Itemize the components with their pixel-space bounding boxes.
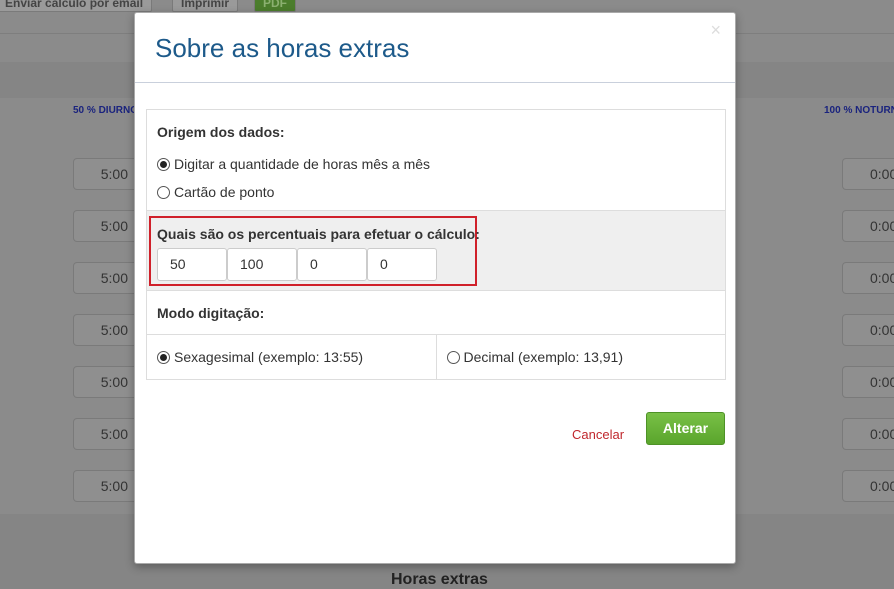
hours-cell: 0:00 (842, 314, 894, 346)
percentuais-title: Quais são os percentuais para efetuar o … (157, 226, 480, 242)
radio-unchecked-icon[interactable] (157, 185, 170, 199)
hours-cell: 0:00 (842, 418, 894, 450)
origem-option-label: Digitar a quantidade de horas mês a mês (174, 156, 431, 172)
modal-title: Sobre as horas extras (155, 33, 410, 63)
percentual-input-4[interactable]: 0 (367, 248, 437, 281)
origem-option-cartao[interactable]: Cartão de ponto (157, 178, 715, 206)
horas-extras-modal: Sobre as horas extras × Origem dos dados… (134, 12, 736, 564)
column-header-100-noturno: 100 % NOTURNO (824, 105, 894, 116)
settings-panel: Origem dos dados: Digitar a quantidade d… (146, 109, 726, 380)
modo-option-sexagesimal[interactable]: Sexagesimal (exemplo: 13:55) (147, 335, 436, 379)
background-toolbar: Enviar cálculo por email Imprimir PDF (0, 0, 894, 12)
hours-cell: 5:00 (73, 210, 139, 242)
radio-checked-icon[interactable] (157, 350, 170, 364)
modo-option-label: Decimal (exemplo: 13,91) (463, 349, 624, 365)
modo-option-label: Sexagesimal (exemplo: 13:55) (174, 349, 364, 365)
hours-cell: 5:00 (73, 470, 139, 502)
hours-cell: 5:00 (73, 366, 139, 398)
radio-unchecked-icon[interactable] (446, 350, 460, 364)
origem-option-label: Cartão de ponto (174, 184, 275, 200)
cancel-link[interactable]: Cancelar (572, 427, 624, 442)
modal-header: Sobre as horas extras × (135, 13, 735, 83)
origem-option-manual[interactable]: Digitar a quantidade de horas mês a mês (157, 150, 715, 178)
alterar-button[interactable]: Alterar (646, 412, 725, 445)
close-icon[interactable]: × (710, 21, 721, 39)
percentual-input-1[interactable]: 50 (157, 248, 227, 281)
modo-options: Sexagesimal (exemplo: 13:55) Decimal (ex… (147, 335, 725, 379)
percentual-input-2[interactable]: 100 (227, 248, 297, 281)
modo-title: Modo digitação: (157, 304, 265, 321)
hours-cell: 0:00 (842, 262, 894, 294)
hours-cell: 0:00 (842, 158, 894, 190)
hours-cell: 5:00 (73, 314, 139, 346)
hours-cell: 5:00 (73, 158, 139, 190)
modo-section: Modo digitação: (147, 291, 725, 335)
pdf-button: PDF (254, 0, 296, 12)
background-section-title: Horas extras (391, 571, 488, 588)
percentuais-section: Quais são os percentuais para efetuar o … (147, 211, 725, 291)
hours-cell: 0:00 (842, 210, 894, 242)
radio-checked-icon[interactable] (157, 157, 170, 171)
email-calc-button: Enviar cálculo por email (0, 0, 153, 12)
hours-cell: 0:00 (842, 470, 894, 502)
print-button: Imprimir (172, 0, 239, 12)
origem-title: Origem dos dados: (157, 124, 285, 140)
hours-cell: 0:00 (842, 366, 894, 398)
column-header-50-diurno: 50 % DIURNO (73, 105, 139, 116)
hours-cell: 5:00 (73, 262, 139, 294)
hours-cell: 5:00 (73, 418, 139, 450)
percentual-input-3[interactable]: 0 (297, 248, 367, 281)
modo-option-decimal[interactable]: Decimal (exemplo: 13,91) (435, 335, 726, 379)
origem-section: Origem dos dados: Digitar a quantidade d… (147, 110, 725, 211)
